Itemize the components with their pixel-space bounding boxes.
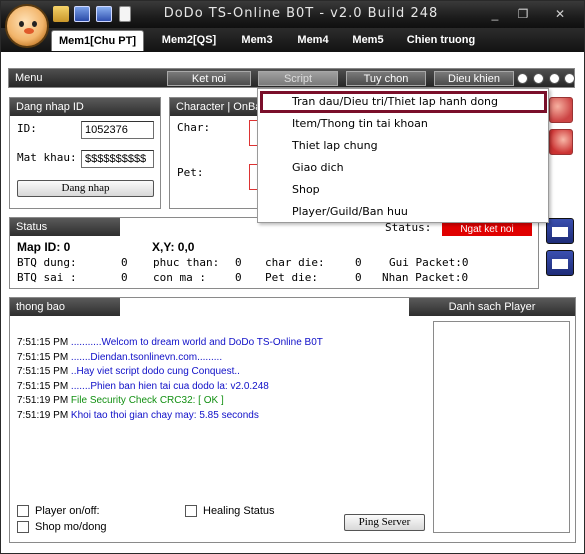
log-line: 7:51:15 PM ...........Welcom to dream wo… — [17, 337, 323, 348]
menu-item-trade[interactable]: Giao dich — [292, 161, 344, 174]
tab-mem4[interactable]: Mem4 — [289, 30, 337, 51]
party-icon[interactable] — [549, 97, 573, 123]
log-time: 7:51:15 PM — [17, 366, 71, 378]
mail-send-icon[interactable] — [546, 250, 574, 276]
map-id: Map ID: 0 — [17, 240, 71, 254]
log-time: 7:51:15 PM — [17, 380, 71, 392]
btq-dung-value: 0 — [121, 256, 128, 269]
control-menu-button[interactable]: Dieu khien — [434, 71, 514, 86]
log-time: 7:51:19 PM — [17, 395, 71, 407]
menu-strip: Menu Ket noi Script Tuy chon Dieu khien — [8, 68, 575, 88]
option-dot-2[interactable] — [533, 73, 544, 84]
close-button[interactable]: ✕ — [549, 5, 571, 23]
restore-button[interactable]: ❐ — [512, 5, 534, 23]
gui-packet: Gui Packet:0 — [389, 256, 469, 269]
healing-status-checkbox[interactable] — [185, 505, 197, 517]
minimize-button[interactable]: _ — [484, 5, 506, 23]
log-time: 7:51:15 PM — [17, 337, 71, 348]
script-dropdown-menu: Tran dau/Dieu tri/Thiet lap hanh dong It… — [257, 88, 549, 223]
character-header: Character | OnBa — [170, 98, 264, 116]
tab-mem2[interactable]: Mem2[QS] — [153, 30, 225, 51]
player-onoff-label: Player on/off: — [35, 505, 100, 517]
save-as-icon[interactable] — [96, 6, 112, 22]
btq-dung-label: BTQ dung: — [17, 256, 77, 269]
ping-server-button[interactable]: Ping Server — [344, 514, 425, 531]
id-label: ID: — [17, 122, 37, 135]
log-line: 7:51:15 PM ..Hay viet script dodo cung C… — [17, 366, 240, 377]
char-label: Char: — [177, 121, 211, 134]
log-text: .......Diendan.tsonlinevn.com......... — [70, 351, 223, 363]
option-dot-3[interactable] — [549, 73, 560, 84]
password-input[interactable]: $$$$$$$$$$ — [81, 150, 154, 168]
mail-icon[interactable] — [546, 218, 574, 244]
phuc-than-label: phuc than: — [153, 256, 220, 269]
login-button[interactable]: Dang nhap — [17, 180, 154, 197]
log-line: 7:51:19 PM Khoi tao thoi gian chay may: … — [17, 410, 259, 421]
menu-item-shop[interactable]: Shop — [292, 183, 320, 196]
player-list-header: Danh sach Player — [409, 298, 575, 316]
menu-item-account-info[interactable]: Item/Thong tin tai khoan — [292, 117, 428, 130]
tab-mem5[interactable]: Mem5 — [344, 30, 392, 51]
disconnect-party-icon[interactable] — [549, 129, 573, 155]
menu-item-player-guild[interactable]: Player/Guild/Ban huu — [292, 205, 408, 218]
window-title: DoDo TS-Online B0T - v2.0 Build 248 — [163, 6, 439, 21]
pet-die-label: Pet die: — [265, 271, 318, 284]
option-dot-1[interactable] — [517, 73, 528, 84]
player-list[interactable] — [433, 321, 570, 533]
new-document-icon[interactable] — [119, 6, 131, 22]
tab-mem1[interactable]: Mem1[Chu PT] — [51, 30, 144, 51]
connect-menu-button[interactable]: Ket noi — [167, 71, 251, 86]
id-input[interactable]: 1052376 — [81, 121, 154, 139]
con-ma-label: con ma : — [153, 271, 206, 284]
login-header: Dang nhap ID — [10, 98, 160, 116]
log-text: ...........Welcom to dream world and DoD… — [70, 337, 323, 348]
options-menu-button[interactable]: Tuy chon — [346, 71, 426, 86]
log-text: File Security Check CRC32: [ OK ] — [70, 395, 224, 407]
pet-die-value: 0 — [355, 271, 362, 284]
option-dot-4[interactable] — [564, 73, 575, 84]
coordinates: X,Y: 0,0 — [152, 240, 195, 254]
pet-label: Pet: — [177, 166, 204, 179]
tab-chien-truong[interactable]: Chien truong — [399, 30, 483, 51]
shop-modong-label: Shop mo/dong — [35, 521, 107, 533]
dodo-logo — [5, 4, 49, 48]
menu-item-combat-settings[interactable]: Tran dau/Dieu tri/Thiet lap hanh dong — [292, 95, 498, 108]
menu-label: Menu — [15, 72, 43, 84]
con-ma-value: 0 — [235, 271, 242, 284]
healing-status-label: Healing Status — [203, 505, 275, 517]
log-line: 7:51:15 PM .......Phien ban hien tai cua… — [17, 381, 269, 392]
shop-modong-checkbox[interactable] — [17, 521, 29, 533]
log-time: 7:51:15 PM — [17, 351, 71, 363]
save-disk-icon[interactable] — [74, 6, 90, 22]
nhan-packet: Nhan Packet:0 — [382, 271, 469, 284]
app-window: DoDo TS-Online B0T - v2.0 Build 248 _ ❐ … — [0, 0, 585, 554]
status-header: Status — [10, 218, 120, 236]
script-menu-button[interactable]: Script — [258, 71, 338, 86]
password-label: Mat khau: — [17, 151, 77, 164]
btq-sai-value: 0 — [121, 271, 128, 284]
tab-bar: Mem1[Chu PT] Mem2[QS] Mem3 Mem4 Mem5 Chi… — [1, 28, 584, 52]
char-die-value: 0 — [355, 256, 362, 269]
title-bar[interactable]: DoDo TS-Online B0T - v2.0 Build 248 _ ❐ … — [1, 1, 584, 28]
log-time: 7:51:19 PM — [17, 410, 71, 421]
btq-sai-label: BTQ sai : — [17, 271, 77, 284]
log-text: ..Hay viet script dodo cung Conquest.. — [70, 366, 240, 378]
log-line: 7:51:19 PM File Security Check CRC32: [ … — [17, 395, 224, 406]
player-onoff-checkbox[interactable] — [17, 505, 29, 517]
tab-mem3[interactable]: Mem3 — [233, 30, 281, 51]
folder-icon[interactable] — [53, 6, 69, 22]
log-text: Khoi tao thoi gian chay may: 5.85 second… — [70, 410, 259, 421]
menu-item-general-settings[interactable]: Thiet lap chung — [292, 139, 378, 152]
log-line: 7:51:15 PM .......Diendan.tsonlinevn.com… — [17, 352, 222, 363]
log-text: .......Phien ban hien tai cua dodo la: v… — [70, 380, 269, 392]
char-die-label: char die: — [265, 256, 325, 269]
phuc-than-value: 0 — [235, 256, 242, 269]
status-badge: Ngat ket noi — [442, 223, 532, 236]
character-panel: Character | OnBa — [169, 97, 265, 209]
log-header: thong bao — [10, 298, 120, 316]
